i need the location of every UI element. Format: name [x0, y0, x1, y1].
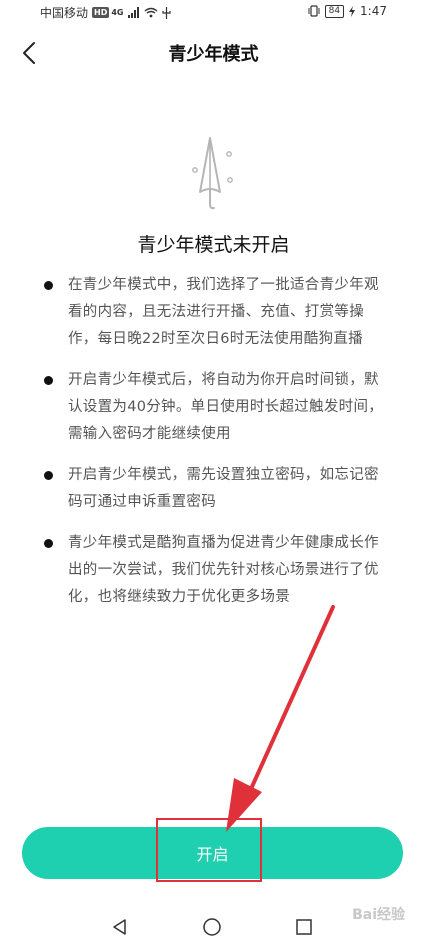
list-item-text: 在青少年模式中，我们选择了一批适合青少年观看的内容，且无法进行开播、充值、打赏等…	[68, 277, 379, 347]
enable-button[interactable]: 开启	[22, 827, 403, 879]
list-item-text: 开启青少年模式后，将自动为你开启时间锁，默认设置为40分钟。单日使用时长超过触发…	[68, 372, 384, 442]
network-type: 4G	[111, 8, 124, 17]
battery-indicator: 84	[324, 4, 345, 18]
signal-icon	[127, 7, 139, 18]
list-item: 开启青少年模式，需先设置独立密码，如忘记密码可通过申诉重置密码	[44, 462, 389, 516]
nav-home-icon[interactable]	[202, 917, 222, 937]
mode-status-heading: 青少年模式未开启	[137, 234, 290, 256]
page-title: 青少年模式	[168, 44, 259, 65]
bullet-dot-icon	[44, 376, 53, 385]
list-item: 青少年模式是酷狗直播为促进青少年健康成长作出的一次尝试，我们优先针对核心场景进行…	[44, 530, 389, 611]
status-right: 84 1:47	[308, 4, 387, 18]
umbrella-icon	[192, 137, 233, 210]
bullet-dot-icon	[44, 281, 53, 290]
watermark: Bai经验	[352, 907, 405, 923]
usb-icon	[161, 6, 171, 19]
list-item: 在青少年模式中，我们选择了一批适合青少年观看的内容，且无法进行开播、充值、打赏等…	[44, 272, 389, 353]
wifi-icon	[144, 7, 157, 18]
vibrate-icon	[308, 5, 320, 17]
clock: 1:47	[360, 4, 387, 18]
info-list: 在青少年模式中，我们选择了一批适合青少年观看的内容，且无法进行开播、充值、打赏等…	[44, 272, 389, 625]
hd-badge: HD	[92, 7, 110, 18]
bullet-dot-icon	[44, 471, 53, 480]
bullet-dot-icon	[44, 539, 53, 548]
charging-icon	[349, 5, 356, 17]
nav-recent-apps-icon[interactable]	[294, 917, 314, 937]
header: 青少年模式	[0, 30, 427, 76]
carrier-name: 中国移动	[40, 6, 89, 20]
status-left: 中国移动 HD 4G	[40, 4, 171, 21]
nav-back-icon[interactable]	[110, 917, 130, 937]
list-item-text: 开启青少年模式，需先设置独立密码，如忘记密码可通过申诉重置密码	[68, 467, 379, 510]
status-bar: 中国移动 HD 4G 84 1:47	[0, 0, 427, 26]
list-item: 开启青少年模式后，将自动为你开启时间锁，默认设置为40分钟。单日使用时长超过触发…	[44, 367, 389, 448]
list-item-text: 青少年模式是酷狗直播为促进青少年健康成长作出的一次尝试，我们优先针对核心场景进行…	[68, 535, 379, 605]
